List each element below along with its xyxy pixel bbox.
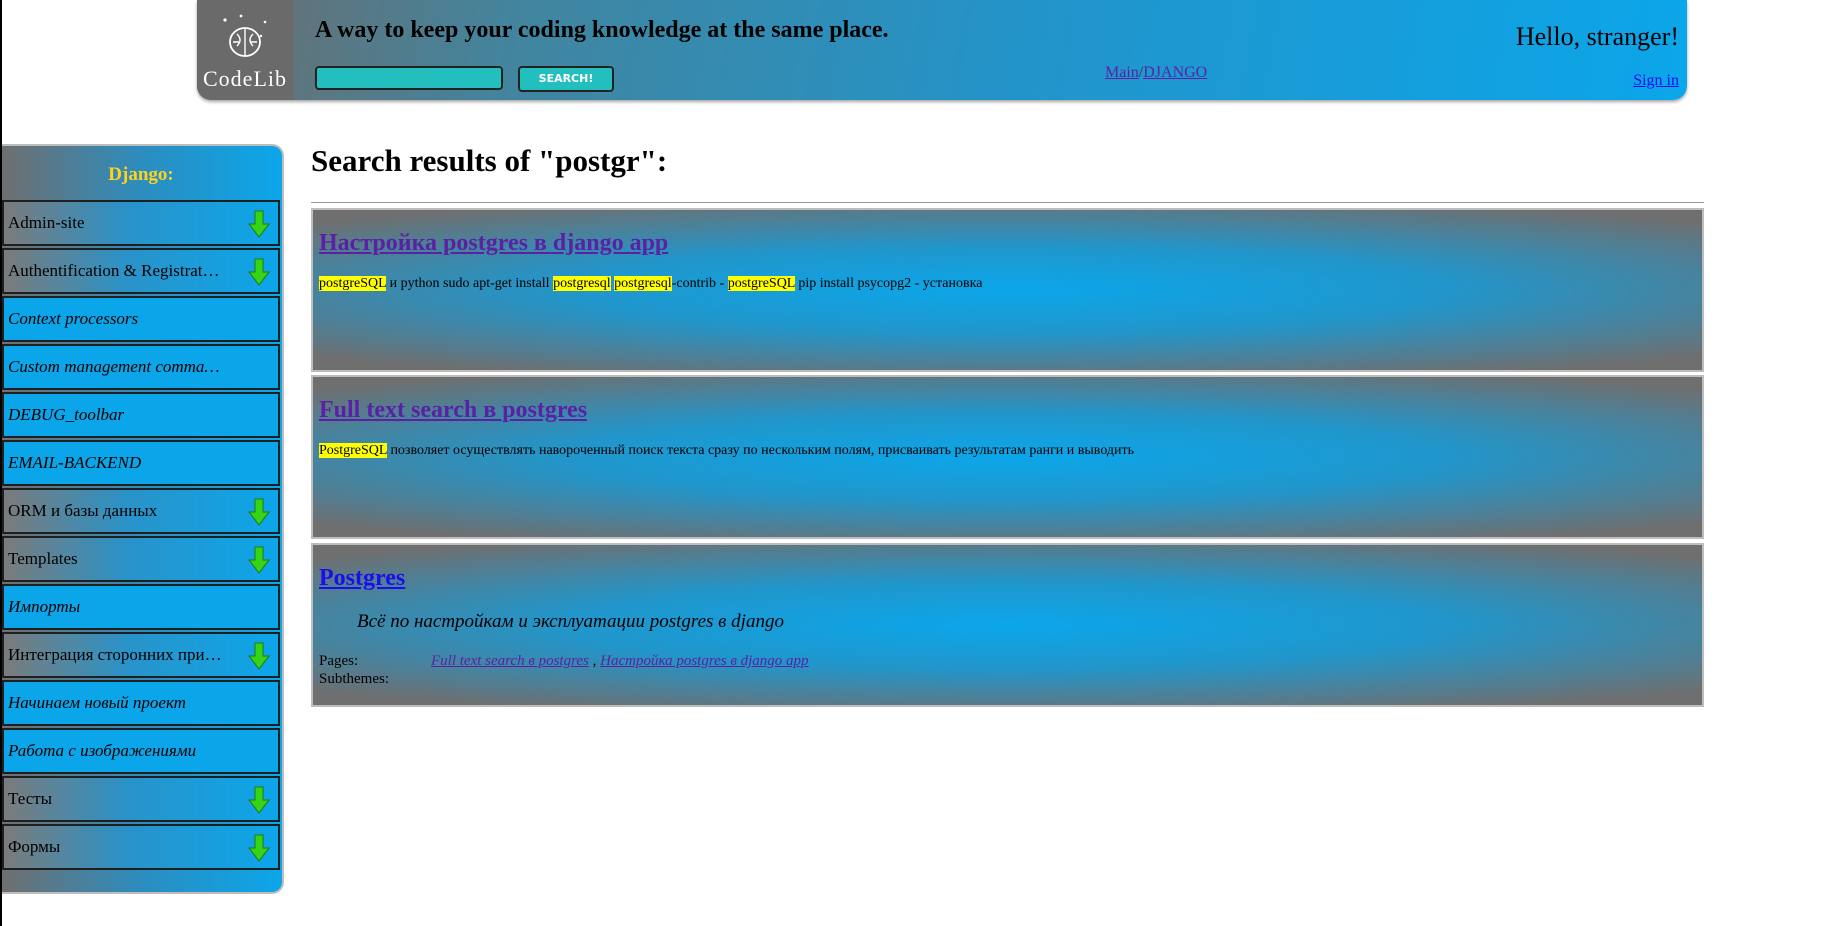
subthemes-label: Subthemes: [319, 671, 389, 687]
expand-arrow-icon[interactable] [248, 642, 270, 670]
sidebar-item[interactable]: Context processors [2, 296, 280, 342]
breadcrumb: Main/DJANGO [1105, 64, 1207, 82]
snippet-text: и python sudo apt-get install [386, 276, 554, 291]
search-result-card: Настройка postgres в django app postgreS… [311, 208, 1704, 372]
sidebar-item-label: Интеграция сторонних приложений [8, 645, 222, 664]
sidebar-item[interactable]: Custom management commands [2, 344, 280, 390]
expand-arrow-icon[interactable] [248, 210, 270, 238]
sidebar-item[interactable]: Тесты [2, 776, 280, 822]
sidebar-item-label: Формы [8, 837, 61, 856]
page-title: Search results of "postgr": [311, 143, 668, 178]
sidebar-item-label: Authentification & Registration [8, 261, 222, 280]
divider [311, 202, 1704, 203]
search-button[interactable]: SEARCH! [518, 66, 614, 92]
sidebar-item-label: Начинаем новый проект [8, 693, 186, 712]
theme-page-link[interactable]: Full text search в postgres [431, 653, 589, 669]
breadcrumb-django-link[interactable]: DJANGO [1143, 64, 1207, 81]
sidebar-item[interactable]: Authentification & Registration [2, 248, 280, 294]
sidebar-item[interactable]: Начинаем новый проект [2, 680, 280, 726]
sidebar-item[interactable]: EMAIL-BACKEND [2, 440, 280, 486]
sidebar-item[interactable]: Интеграция сторонних приложений [2, 632, 280, 678]
expand-arrow-icon[interactable] [248, 834, 270, 862]
theme-description: Всё по настройкам и эксплуатации postgre… [357, 611, 784, 632]
breadcrumb-main-link[interactable]: Main [1105, 64, 1139, 81]
search-highlight: postgreSQL [319, 276, 387, 291]
sidebar-item-label: Templates [8, 549, 78, 568]
sidebar-item-label: Тесты [8, 789, 53, 808]
theme-result-card: Postgres Всё по настройкам и эксплуатаци… [311, 543, 1704, 707]
sidebar-item-label: Custom management commands [8, 357, 222, 376]
snippet-text: позволяет осуществлять навороченный поис… [386, 443, 1135, 458]
expand-arrow-icon[interactable] [248, 786, 270, 814]
sidebar-item-label: Импорты [8, 597, 81, 616]
search-highlight: postgreSQL [727, 276, 795, 291]
expand-arrow-icon[interactable] [248, 258, 270, 286]
pages-separator: , [588, 653, 601, 669]
sidebar-item-label: Context processors [8, 309, 139, 328]
sidebar: Django: Admin-site Authentification & Reg… [2, 144, 284, 894]
user-greeting: Hello, stranger! [1515, 22, 1679, 51]
search-result-title-link[interactable]: Настройка postgres в django app [319, 230, 668, 257]
sidebar-item-label: Работа с изображениями [8, 741, 197, 760]
theme-title-link[interactable]: Postgres [319, 565, 405, 592]
theme-page-link[interactable]: Настройка postgres в django app [600, 653, 808, 669]
search-result-card: Full text search в postgres PostgreSQL п… [311, 375, 1704, 539]
sidebar-item-label: EMAIL-BACKEND [8, 453, 142, 472]
sidebar-item-label: ORM и базы данных [8, 501, 158, 520]
search-result-title-link[interactable]: Full text search в postgres [319, 397, 587, 424]
site-tagline: A way to keep your coding knowledge at t… [315, 17, 889, 43]
sidebar-item[interactable]: Импорты [2, 584, 280, 630]
sidebar-item-label: DEBUG_toolbar [8, 405, 125, 424]
sidebar-item[interactable]: ORM и базы данных [2, 488, 280, 534]
sidebar-title: Django: [108, 164, 174, 185]
search-highlight: PostgreSQL [319, 443, 387, 458]
sidebar-item[interactable]: DEBUG_toolbar [2, 392, 280, 438]
sidebar-item[interactable]: Работа с изображениями [2, 728, 280, 774]
pages-links: Full text search в postgres , Настройка … [431, 653, 809, 670]
sidebar-item-label: Admin-site [8, 213, 85, 232]
pages-label: Pages: [319, 653, 359, 669]
logo[interactable]: CodeLib [197, 0, 293, 100]
sidebar-item[interactable]: Admin-site [2, 200, 280, 246]
search-result-snippet: postgreSQL и python sudo apt-get install… [319, 276, 982, 292]
search-input[interactable] [315, 66, 503, 90]
brain-logo-icon [223, 14, 267, 57]
snippet-text: pip install psycopg2 - установка [794, 276, 983, 291]
logo-text: CodeLib [203, 66, 287, 91]
expand-arrow-icon[interactable] [248, 546, 270, 574]
expand-arrow-icon[interactable] [248, 498, 270, 526]
search-highlight: postgresql [614, 276, 672, 291]
site-header: CodeLib A way to keep your coding knowle… [197, 0, 1687, 100]
sidebar-item[interactable]: Формы [2, 824, 280, 870]
search-result-snippet: PostgreSQL позволяет осуществлять наворо… [319, 443, 1134, 459]
sign-in-link[interactable]: Sign in [1633, 72, 1679, 90]
sidebar-item[interactable]: Templates [2, 536, 280, 582]
search-highlight: postgresql [553, 276, 611, 291]
snippet-text: -contrib - [671, 276, 728, 291]
